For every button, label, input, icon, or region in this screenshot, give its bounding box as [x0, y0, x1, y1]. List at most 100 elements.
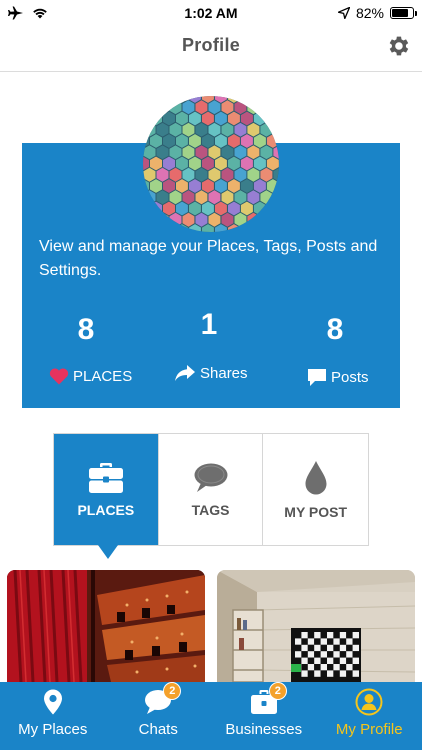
profile-description: View and manage your Places, Tags, Posts… — [39, 238, 378, 279]
tabbar-my-places-label: My Places — [18, 721, 88, 738]
avatar-hexagon — [163, 96, 175, 103]
page-title: Profile — [181, 35, 241, 55]
checker-square — [320, 632, 327, 639]
checker-square — [320, 657, 327, 664]
gear-icon[interactable] — [386, 33, 412, 59]
checker-square — [314, 644, 321, 652]
checker-square — [307, 670, 315, 677]
tab-my-post-label: MY POST — [284, 503, 348, 520]
tab-my-post[interactable]: MY POST — [263, 434, 369, 545]
checker-square — [314, 664, 321, 671]
checker-square — [333, 644, 340, 652]
checker-square — [339, 644, 347, 652]
checker-square — [333, 664, 340, 671]
speech-bubble-icon — [194, 463, 227, 492]
checker-square — [295, 657, 302, 664]
person-icon-wrap — [355, 688, 383, 716]
battery-icon — [390, 7, 417, 19]
checker-square — [307, 632, 315, 639]
person-icon — [355, 688, 383, 716]
checker-square — [333, 632, 340, 639]
checker-square — [346, 657, 353, 664]
checker-square — [314, 632, 321, 639]
avatar-hexagon — [253, 96, 266, 103]
checker-square — [346, 632, 353, 639]
checker-square — [339, 651, 347, 658]
stat-places-value: 8 — [77, 313, 95, 346]
checker-square — [352, 670, 359, 677]
tab-places[interactable]: PLACES — [54, 434, 159, 559]
checker-square — [346, 651, 353, 658]
tabbar-chats[interactable]: 2 Chats — [106, 682, 212, 750]
avatar-hexagon — [260, 100, 273, 115]
stat-shares-text: Shares — [200, 364, 248, 382]
place-card-theater[interactable] — [7, 570, 205, 682]
checker-square — [339, 657, 347, 664]
checker-square — [327, 670, 334, 677]
checker-square — [352, 651, 359, 658]
checker-square — [295, 638, 302, 645]
checker-square — [346, 638, 353, 645]
stat-shares-label[interactable]: Shares — [174, 364, 248, 382]
tab-tags-label: TAGS — [191, 501, 230, 518]
tabbar-businesses[interactable]: 2 Businesses — [211, 682, 317, 750]
avatar-hexagon — [150, 96, 162, 103]
place-card-room[interactable] — [217, 570, 415, 682]
businesses-badge: 2 — [268, 682, 287, 700]
checker-square — [295, 632, 302, 639]
avatar-hexagon — [266, 96, 279, 103]
checker-square — [352, 638, 359, 645]
content-tabs: PLACES TAGS MY POST — [53, 433, 369, 559]
stat-posts-value: 8 — [326, 313, 344, 346]
checker-square — [307, 657, 315, 664]
checker-square — [314, 638, 321, 645]
checker-square — [307, 638, 315, 645]
avatar-hexagon — [273, 100, 279, 114]
stat-posts[interactable]: 8 — [315, 313, 355, 347]
map-pin-icon — [43, 689, 62, 715]
checker-square — [301, 670, 308, 677]
map-pin-icon-wrap — [39, 688, 67, 716]
stat-places-text: PLACES — [73, 368, 133, 385]
tabbar-my-places[interactable]: My Places — [0, 682, 106, 750]
tabbar-chats-label: Chats — [138, 721, 178, 738]
checker-square — [320, 638, 327, 645]
checker-square — [307, 644, 315, 652]
checker-square — [320, 651, 327, 658]
status-time: 1:02 AM — [184, 5, 238, 21]
checker-square — [301, 644, 308, 652]
drop-icon — [305, 460, 327, 494]
room-image — [217, 570, 415, 682]
tabbar-my-profile-label: My Profile — [335, 721, 403, 738]
avatar[interactable] — [143, 96, 279, 232]
avatar-hexagon — [143, 111, 149, 126]
stat-posts-label[interactable]: Posts — [307, 368, 369, 387]
places-grid — [7, 570, 417, 682]
checker-square — [327, 664, 334, 671]
checker-square — [295, 644, 302, 652]
avatar-image — [143, 96, 279, 232]
avatar-hexagon — [143, 100, 156, 115]
checker-square — [314, 651, 321, 658]
checker-square — [339, 638, 347, 645]
nav-header: Profile — [0, 26, 422, 72]
stat-places[interactable]: 8 — [66, 313, 106, 347]
checker-square — [333, 638, 340, 645]
stat-shares[interactable]: 1 — [189, 308, 229, 342]
tab-places-label: PLACES — [77, 501, 135, 518]
checker-square — [333, 651, 340, 658]
checker-square — [339, 670, 347, 677]
checker-square — [339, 632, 347, 639]
checker-square — [327, 657, 334, 664]
checker-square — [352, 644, 359, 652]
tabbar-my-profile[interactable]: My Profile — [317, 682, 422, 750]
checker-square — [327, 651, 334, 658]
checker-square — [327, 638, 334, 645]
checker-square — [320, 664, 327, 671]
tab-tags[interactable]: TAGS — [158, 434, 264, 545]
chat-icon-wrap: 2 — [144, 682, 182, 716]
checker-square — [346, 664, 353, 671]
briefcase-icon-wrap: 2 — [250, 682, 287, 716]
stat-places-label[interactable]: PLACES — [49, 368, 132, 385]
avatar-hexagon — [143, 96, 149, 103]
